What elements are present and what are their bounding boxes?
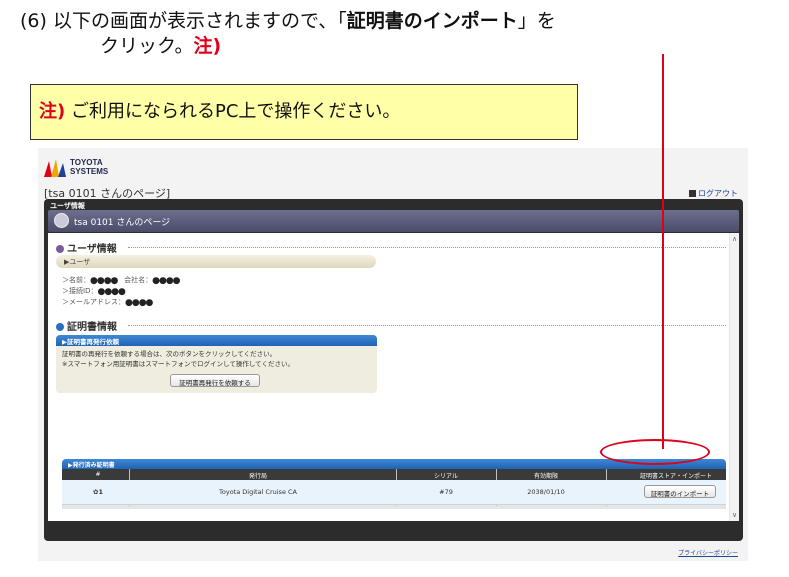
col-serial: シリアル — [434, 473, 458, 480]
reissue-line-1: 証明書の再発行を依頼する場合は、次のボタンをクリックしてください。 — [62, 350, 277, 358]
scroll-up-icon[interactable]: ∧ — [732, 235, 737, 243]
instruction-line-1: (6) 以下の画面が表示されますので、「証明書のインポート」を — [20, 10, 556, 32]
scrollbar[interactable]: ∧ ∨ — [729, 233, 739, 521]
note-box: 注) ご利用になられるPC上で操作ください。 — [30, 84, 578, 140]
logout-icon — [689, 190, 696, 197]
col-expiry: 有効期限 — [533, 473, 559, 480]
note-text: ご利用になられるPC上で操作ください。 — [70, 101, 401, 122]
email-row: ＞メールアドレス：●●●● — [62, 298, 153, 308]
row-expiry: 2038/01/10 — [527, 488, 565, 496]
instruction-emphasis: 証明書のインポート — [346, 10, 518, 32]
page-root: (6) 以下の画面が表示されますので、「証明書のインポート」を クリック。注) … — [0, 0, 789, 577]
window-body: ユーザ情報 ▶ユーザ ＞名前：●●●● 会社名：●●●● ＞接続ID：●●●● … — [48, 233, 739, 521]
annotation-arrow-line — [662, 54, 664, 449]
cert-section-icon — [56, 323, 64, 331]
import-certificate-button[interactable]: 証明書のインポート — [644, 485, 716, 498]
user-section-icon — [56, 245, 64, 253]
reissue-line-2: ※スマートフォン用証明書はスマートフォンでログインして操作してください。 — [62, 360, 294, 368]
row-number: ✿1 — [93, 488, 103, 496]
user-avatar-icon — [54, 213, 69, 228]
portal-screenshot: TOYOTA SYSTEMS [tsa 0101 さんのページ] ログアウト ユー… — [38, 148, 748, 561]
reissue-panel: ▶証明書再発行依頼 証明書の再発行を依頼する場合は、次のボタンをクリックしてくだ… — [56, 335, 377, 393]
privacy-policy-link[interactable]: プライバシーポリシー — [678, 548, 738, 557]
row-issuer: Toyota Digital Cruise CA — [219, 488, 297, 496]
scroll-down-icon[interactable]: ∨ — [732, 511, 737, 519]
login-id-row: ＞接続ID：●●●● — [62, 287, 126, 297]
note-label: 注) — [39, 101, 66, 122]
logout-link[interactable]: ログアウト — [689, 188, 738, 199]
col-number: # — [95, 471, 101, 478]
col-import: 証明書ストア・インポート — [639, 473, 713, 480]
table-row: ✿1 Toyota Digital Cruise CA #79 2038/01/… — [62, 480, 726, 505]
issued-certificates-table: ▶発行済み証明書 # 発行局 シリアル 有効期限 証明書ストア・インポート ✿1 — [62, 459, 726, 509]
window-title-bar: tsa 0101 さんのページ — [48, 210, 739, 232]
window-title: tsa 0101 さんのページ — [74, 218, 171, 228]
user-pill: ▶ユーザ — [56, 255, 376, 268]
instruction-note-ref: 注) — [193, 35, 222, 57]
instruction-line-2: クリック。注) — [100, 35, 222, 57]
col-issuer: 発行局 — [248, 473, 268, 480]
row-serial: #79 — [439, 488, 453, 496]
reissue-button[interactable]: 証明書再発行を依頼する — [170, 374, 260, 387]
table-header: # 発行局 シリアル 有効期限 証明書ストア・インポート — [62, 469, 726, 480]
annotation-highlight-circle — [600, 439, 710, 465]
logo-mark-icon — [44, 159, 66, 177]
cert-info-title: 証明書情報 — [56, 318, 117, 333]
user-name-row: ＞名前：●●●● 会社名：●●●● — [62, 276, 181, 286]
reissue-header: ▶証明書再発行依頼 — [56, 335, 377, 346]
user-window: ユーザ情報 tsa 0101 さんのページ ユーザ情報 ▶ユーザ ＞名前：●●●… — [44, 199, 743, 541]
user-info-title: ユーザ情報 — [56, 240, 117, 255]
